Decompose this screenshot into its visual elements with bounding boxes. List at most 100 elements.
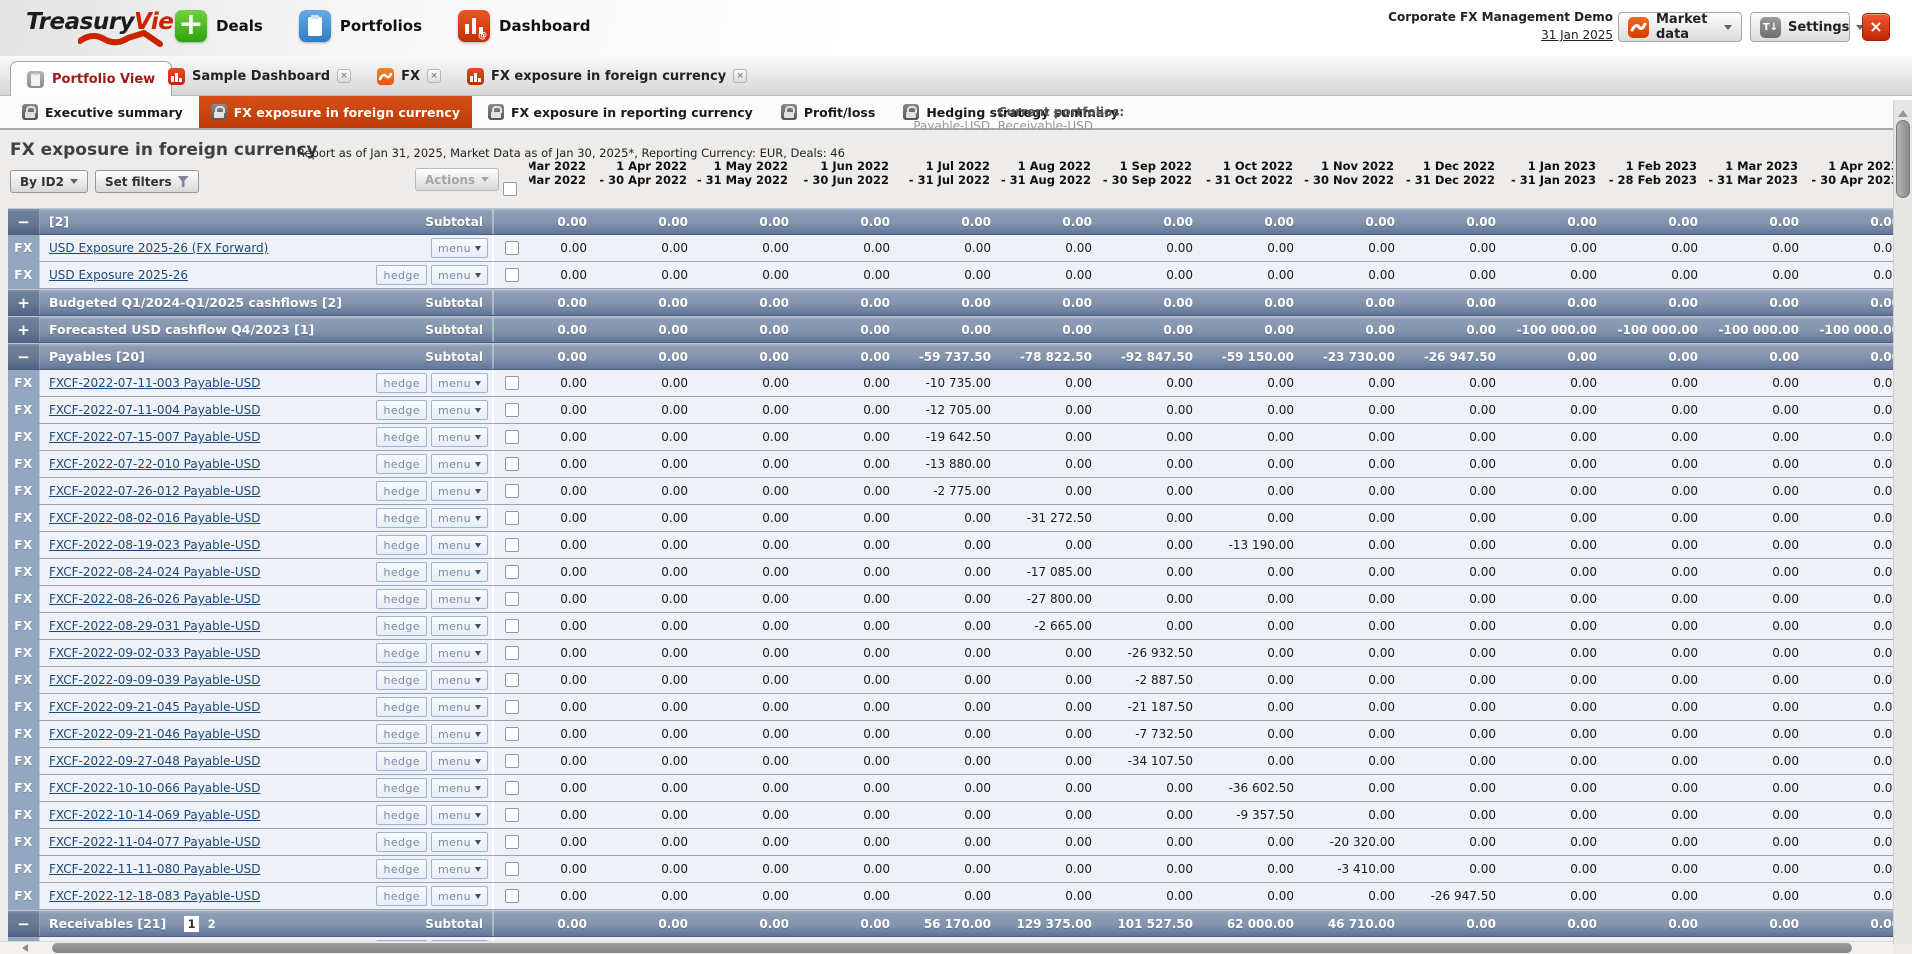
hedge-button[interactable]: hedge <box>376 886 426 906</box>
row-checkbox[interactable] <box>505 484 519 498</box>
deal-link[interactable]: FXCF-2022-09-21-045 Payable-USD <box>49 700 260 714</box>
tab-fx-exposure-in-foreign-currency[interactable]: FX exposure in foreign currency× <box>467 68 747 85</box>
row-checkbox[interactable] <box>505 862 519 876</box>
scroll-up-arrow-icon[interactable] <box>1898 105 1908 117</box>
hedge-button[interactable]: hedge <box>376 562 426 582</box>
menu-button[interactable]: menu <box>431 373 488 393</box>
tab-sample-dashboard[interactable]: Sample Dashboard× <box>168 68 351 85</box>
hedge-button[interactable]: hedge <box>376 427 426 447</box>
row-checkbox[interactable] <box>505 511 519 525</box>
vertical-scrollbar-thumb[interactable] <box>1896 120 1910 198</box>
menu-button[interactable]: menu <box>431 508 488 528</box>
row-checkbox[interactable] <box>505 673 519 687</box>
row-checkbox[interactable] <box>505 646 519 660</box>
deal-link[interactable]: FXCF-2022-10-10-066 Payable-USD <box>49 781 260 795</box>
row-checkbox[interactable] <box>505 538 519 552</box>
menu-button[interactable]: menu <box>431 400 488 420</box>
tab-portfolio-view[interactable]: Portfolio View <box>10 61 172 97</box>
row-checkbox[interactable] <box>505 727 519 741</box>
menu-button[interactable]: menu <box>431 670 488 690</box>
deal-link[interactable]: FXCF-2022-10-14-069 Payable-USD <box>49 808 260 822</box>
report-date-link[interactable]: 31 Jan 2025 <box>1541 28 1613 42</box>
hedge-button[interactable]: hedge <box>376 265 426 285</box>
deal-link[interactable]: FXCF-2022-08-02-016 Payable-USD <box>49 511 260 525</box>
actions-dropdown[interactable]: Actions <box>415 168 499 191</box>
row-checkbox[interactable] <box>505 268 519 282</box>
close-tab-icon[interactable]: × <box>337 69 351 83</box>
hedge-button[interactable]: hedge <box>376 508 426 528</box>
menu-button[interactable]: menu <box>431 427 488 447</box>
row-checkbox[interactable] <box>505 754 519 768</box>
deal-link[interactable]: USD Exposure 2025-26 <box>49 268 188 282</box>
hedge-button[interactable]: hedge <box>376 589 426 609</box>
nav-item-deals[interactable]: Deals <box>175 10 263 42</box>
deal-link[interactable]: FXCF-2022-09-27-048 Payable-USD <box>49 754 260 768</box>
subtab-executive-summary[interactable]: Executive summary <box>10 96 195 128</box>
menu-button[interactable]: menu <box>431 805 488 825</box>
row-checkbox[interactable] <box>505 781 519 795</box>
market-data-button[interactable]: Market data <box>1618 12 1742 42</box>
deal-link[interactable]: USD Exposure 2025-26 (FX Forward) <box>49 241 268 255</box>
hedge-button[interactable]: hedge <box>376 697 426 717</box>
deal-link[interactable]: FXCF-2022-12-18-083 Payable-USD <box>49 889 260 903</box>
menu-button[interactable]: menu <box>431 481 488 501</box>
by-id2-dropdown[interactable]: By ID2 <box>10 170 88 193</box>
row-checkbox[interactable] <box>505 565 519 579</box>
deal-link[interactable]: FXCF-2022-08-19-023 Payable-USD <box>49 538 260 552</box>
row-checkbox[interactable] <box>505 457 519 471</box>
page-button-1[interactable]: 1 <box>184 916 199 932</box>
settings-button[interactable]: Settings <box>1750 12 1850 42</box>
row-checkbox[interactable] <box>505 619 519 633</box>
hedge-button[interactable]: hedge <box>376 859 426 879</box>
menu-button[interactable]: menu <box>431 724 488 744</box>
menu-button[interactable]: menu <box>431 589 488 609</box>
subtab-fx-exposure-in-foreign-currency[interactable]: FX exposure in foreign currency <box>199 96 472 128</box>
hedge-button[interactable]: hedge <box>376 670 426 690</box>
tab-fx[interactable]: FX× <box>377 68 441 85</box>
subtab-fx-exposure-in-reporting-currency[interactable]: FX exposure in reporting currency <box>476 96 765 128</box>
expander-toggle[interactable]: − <box>8 344 40 369</box>
deal-link[interactable]: FXCF-2022-07-26-012 Payable-USD <box>49 484 260 498</box>
menu-button[interactable]: menu <box>431 832 488 852</box>
horizontal-scrollbar-thumb[interactable] <box>52 943 1852 953</box>
hedge-button[interactable]: hedge <box>376 778 426 798</box>
row-checkbox[interactable] <box>505 241 519 255</box>
row-checkbox[interactable] <box>505 700 519 714</box>
row-checkbox[interactable] <box>505 889 519 903</box>
expander-toggle[interactable]: + <box>8 317 40 342</box>
deal-link[interactable]: FXCF-2022-07-11-004 Payable-USD <box>49 403 260 417</box>
close-tab-icon[interactable]: × <box>427 69 441 83</box>
hedge-button[interactable]: hedge <box>376 805 426 825</box>
nav-item-portfolios[interactable]: Portfolios <box>299 10 422 42</box>
deal-link[interactable]: FXCF-2022-08-29-031 Payable-USD <box>49 619 260 633</box>
deal-link[interactable]: FXCF-2022-07-22-010 Payable-USD <box>49 457 260 471</box>
menu-button[interactable]: menu <box>431 778 488 798</box>
deal-link[interactable]: FXCF-2022-11-04-077 Payable-USD <box>49 835 260 849</box>
vertical-scrollbar[interactable] <box>1893 100 1912 944</box>
menu-button[interactable]: menu <box>431 562 488 582</box>
hedge-button[interactable]: hedge <box>376 373 426 393</box>
menu-button[interactable]: menu <box>431 886 488 906</box>
deal-link[interactable]: FXCF-2022-09-02-033 Payable-USD <box>49 646 260 660</box>
row-checkbox[interactable] <box>505 835 519 849</box>
deal-link[interactable]: FXCF-2022-11-11-080 Payable-USD <box>49 862 260 876</box>
expander-toggle[interactable]: − <box>8 209 40 234</box>
menu-button[interactable]: menu <box>431 751 488 771</box>
deal-link[interactable]: FXCF-2022-09-21-046 Payable-USD <box>49 727 260 741</box>
menu-button[interactable]: menu <box>431 454 488 474</box>
select-all-checkbox[interactable] <box>503 182 517 196</box>
page-button-2[interactable]: 2 <box>204 916 219 932</box>
hedge-button[interactable]: hedge <box>376 724 426 744</box>
deal-link[interactable]: FXCF-2022-09-09-039 Payable-USD <box>49 673 260 687</box>
menu-button[interactable]: menu <box>431 238 488 258</box>
menu-button[interactable]: menu <box>431 643 488 663</box>
menu-button[interactable]: menu <box>431 616 488 636</box>
hedge-button[interactable]: hedge <box>376 616 426 636</box>
menu-button[interactable]: menu <box>431 859 488 879</box>
menu-button[interactable]: menu <box>431 265 488 285</box>
expander-toggle[interactable]: + <box>8 290 40 315</box>
row-checkbox[interactable] <box>505 430 519 444</box>
menu-button[interactable]: menu <box>431 535 488 555</box>
row-checkbox[interactable] <box>505 376 519 390</box>
hedge-button[interactable]: hedge <box>376 751 426 771</box>
